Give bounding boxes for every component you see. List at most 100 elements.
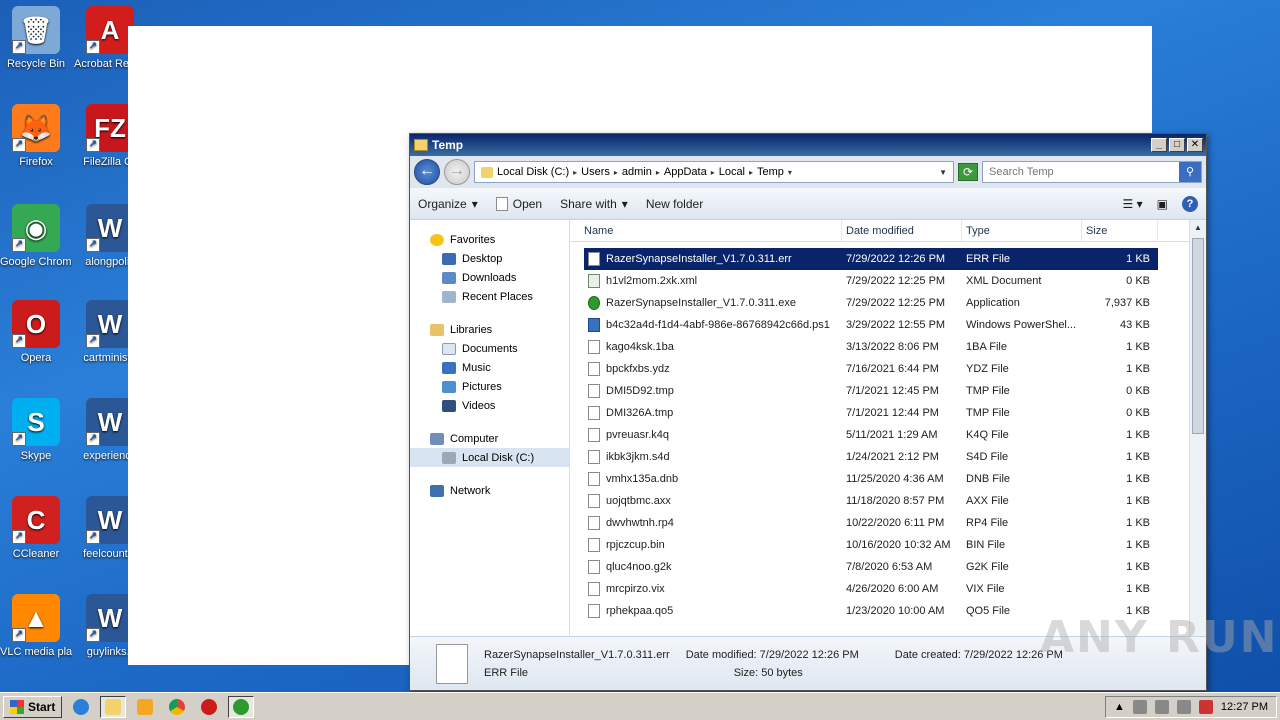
show-hidden-icons[interactable]: ▲ bbox=[1114, 701, 1125, 713]
table-row[interactable]: qluc4noo.g2k 7/8/2020 6:53 AM G2K File 1 KB bbox=[584, 556, 1158, 578]
table-row[interactable]: RazerSynapseInstaller_V1.7.0.311.exe 7/29… bbox=[584, 292, 1158, 314]
scroll-up-icon[interactable]: ▲ bbox=[1190, 220, 1206, 236]
taskbar-opera[interactable] bbox=[196, 696, 222, 718]
file-name: DMI5D92.tmp bbox=[606, 385, 674, 397]
new-folder-button[interactable]: New folder bbox=[646, 197, 703, 211]
history-dropdown-icon[interactable]: ▼ bbox=[939, 168, 947, 177]
breadcrumb-temp[interactable]: Temp bbox=[757, 166, 784, 178]
nav-videos[interactable]: Videos bbox=[410, 396, 569, 415]
nav-computer[interactable]: Computer bbox=[410, 429, 569, 448]
file-name-cell: rphekpaa.qo5 bbox=[584, 604, 842, 618]
taskbar-chrome[interactable] bbox=[164, 696, 190, 718]
music-icon bbox=[442, 361, 456, 374]
file-type: YDZ File bbox=[966, 363, 1009, 375]
table-row[interactable]: rpjczcup.bin 10/16/2020 10:32 AM BIN File 1… bbox=[584, 534, 1158, 556]
shortcut-arrow-icon: ↗ bbox=[12, 238, 26, 252]
file-name-cell: b4c32a4d-f1d4-4abf-986e-86768942c66d.ps1 bbox=[584, 318, 842, 332]
open-button[interactable]: Open bbox=[495, 196, 542, 211]
column-type[interactable]: Type bbox=[962, 220, 1082, 241]
clock[interactable]: 12:27 PM bbox=[1221, 701, 1268, 713]
file-icon bbox=[588, 494, 600, 508]
breadcrumb[interactable]: Local Disk (C:) ▸ Users ▸ admin ▸ AppData ▸ … bbox=[474, 161, 954, 183]
breadcrumb-admin[interactable]: admin bbox=[622, 166, 652, 178]
taskbar-media-player[interactable] bbox=[132, 696, 158, 718]
nav-pictures[interactable]: Pictures bbox=[410, 377, 569, 396]
table-row[interactable]: ikbk3jkm.s4d 1/24/2021 2:12 PM S4D File 1 K… bbox=[584, 446, 1158, 468]
taskbar-ie[interactable] bbox=[68, 696, 94, 718]
search-input[interactable] bbox=[989, 166, 1179, 178]
scroll-thumb[interactable] bbox=[1192, 238, 1204, 434]
share-with-button[interactable]: Share with ▾ bbox=[560, 197, 628, 211]
title-bar[interactable]: Temp _ □ ✕ bbox=[410, 134, 1206, 156]
table-row[interactable]: vmhx135a.dnb 11/25/2020 4:36 AM DNB File 1 … bbox=[584, 468, 1158, 490]
security-icon[interactable] bbox=[1198, 699, 1213, 714]
breadcrumb-appdata[interactable]: AppData bbox=[664, 166, 707, 178]
network-icon[interactable] bbox=[1154, 699, 1169, 714]
file-name-cell: vmhx135a.dnb bbox=[584, 472, 842, 486]
table-row[interactable]: bpckfxbs.ydz 7/16/2021 6:44 PM YDZ File 1 K… bbox=[584, 358, 1158, 380]
volume-icon[interactable] bbox=[1176, 699, 1191, 714]
column-size[interactable]: Size bbox=[1082, 220, 1158, 241]
refresh-button[interactable]: ⟳ bbox=[958, 163, 978, 181]
table-row[interactable]: pvreuasr.k4q 5/11/2021 1:29 AM K4Q File 1 K… bbox=[584, 424, 1158, 446]
desktop-icon[interactable]: S ↗ Skype bbox=[0, 398, 72, 463]
nav-downloads[interactable]: Downloads bbox=[410, 268, 569, 287]
table-row[interactable]: RazerSynapseInstaller_V1.7.0.311.err 7/29… bbox=[584, 248, 1158, 270]
taskbar-explorer[interactable] bbox=[100, 695, 127, 718]
new-folder-label: New folder bbox=[645, 196, 704, 211]
flag-icon[interactable] bbox=[1132, 699, 1147, 714]
table-row[interactable]: b4c32a4d-f1d4-4abf-986e-86768942c66d.ps1… bbox=[584, 314, 1158, 336]
nav-desktop[interactable]: Desktop bbox=[410, 249, 569, 268]
organize-label: Organize bbox=[418, 196, 467, 211]
nav-favorites[interactable]: Favorites bbox=[410, 230, 569, 249]
nav-documents[interactable]: Documents bbox=[410, 339, 569, 358]
nav-network[interactable]: Network bbox=[410, 481, 569, 500]
table-row[interactable]: DMI5D92.tmp 7/1/2021 12:45 PM TMP File 0 KB bbox=[584, 380, 1158, 402]
desktop-icon[interactable]: ▲↗ VLC media player bbox=[0, 594, 72, 659]
column-name[interactable]: Name bbox=[570, 220, 842, 241]
nav-libraries[interactable]: Libraries bbox=[410, 320, 569, 339]
help-icon[interactable]: ? bbox=[1182, 195, 1198, 212]
desktop-icon[interactable]: O ↗ Opera bbox=[0, 300, 72, 365]
nav-music[interactable]: Music bbox=[410, 358, 569, 377]
back-button[interactable]: ← bbox=[414, 159, 440, 185]
shortcut-arrow-icon: ↗ bbox=[86, 238, 100, 252]
table-row[interactable]: dwvhwtnh.rp4 10/22/2020 6:11 PM RP4 File 1 … bbox=[584, 512, 1158, 534]
search-icon[interactable]: ⚲ bbox=[1179, 162, 1201, 182]
vertical-scrollbar[interactable]: ▲ bbox=[1189, 220, 1206, 636]
desktop-icon[interactable]: C ↗ CCleaner bbox=[0, 496, 72, 561]
table-row[interactable]: kago4ksk.1ba 3/13/2022 8:06 PM 1BA File 1 K… bbox=[584, 336, 1158, 358]
desktop-icon-label: Recycle Bin bbox=[6, 58, 66, 70]
desktop-icon-label: Firefox bbox=[19, 156, 53, 168]
table-row[interactable]: h1vl2mom.2xk.xml 7/29/2022 12:25 PM XML Do… bbox=[584, 270, 1158, 292]
ps-icon bbox=[588, 318, 600, 332]
breadcrumb-local[interactable]: Local bbox=[719, 166, 745, 178]
nav-local-disk[interactable]: Local Disk (C:) bbox=[410, 448, 569, 467]
file-date: 11/18/2020 8:57 PM bbox=[846, 495, 945, 507]
table-row[interactable]: uojqtbmc.axx 11/18/2020 8:57 PM AXX File 1 … bbox=[584, 490, 1158, 512]
desktop-icon[interactable]: 🦊 ↗ Firefox bbox=[0, 104, 72, 169]
chrome-icon bbox=[169, 698, 186, 715]
breadcrumb-local-disk[interactable]: Local Disk (C:) bbox=[497, 166, 569, 178]
minimize-button[interactable]: _ bbox=[1151, 138, 1167, 152]
videos-icon bbox=[442, 399, 456, 412]
nav-recent-places[interactable]: Recent Places bbox=[410, 287, 569, 306]
desktop-icon[interactable]: 🗑 ↗ Recycle Bin bbox=[0, 6, 72, 71]
maximize-button[interactable]: □ bbox=[1169, 138, 1185, 152]
view-options-icon[interactable]: ☰ ▾ bbox=[1123, 197, 1143, 211]
chevron-right-icon: ▸ bbox=[710, 167, 715, 177]
close-button[interactable]: ✕ bbox=[1187, 138, 1203, 152]
preview-pane-icon[interactable]: ▣ bbox=[1157, 197, 1168, 211]
column-date-modified[interactable]: Date modified bbox=[842, 220, 962, 241]
app-icon: ▲ ↗ bbox=[12, 594, 60, 642]
breadcrumb-users[interactable]: Users bbox=[581, 166, 610, 178]
forward-button[interactable]: → bbox=[444, 159, 470, 185]
file-size: 0 KB bbox=[1126, 275, 1150, 287]
organize-button[interactable]: Organize ▾ bbox=[418, 197, 478, 211]
desktop-icon[interactable]: ◉ ↗ Google Chrome bbox=[0, 204, 72, 269]
table-row[interactable]: mrcpirzo.vix 4/26/2020 6:00 AM VIX File 1 K… bbox=[584, 578, 1158, 600]
file-type: S4D File bbox=[966, 451, 1009, 463]
table-row[interactable]: DMI326A.tmp 7/1/2021 12:44 PM TMP File 0 KB bbox=[584, 402, 1158, 424]
start-button[interactable]: Start bbox=[3, 695, 63, 718]
taskbar-razer[interactable] bbox=[228, 695, 255, 718]
